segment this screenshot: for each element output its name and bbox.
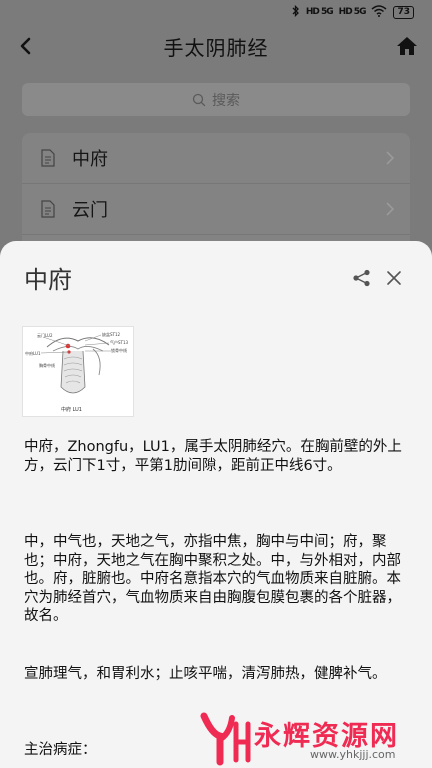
battery-indicator: 73 — [393, 5, 414, 19]
diagram-annotation: 缺盆ST12 — [102, 331, 121, 337]
list-item[interactable]: 中府 — [22, 133, 410, 184]
signal-2: HD 5G — [338, 7, 367, 17]
description-paragraph: 中府，Zhongfu，LU1，属手太阴肺经穴。在胸前壁的外上方，云门下1寸，平第… — [24, 439, 402, 474]
bluetooth-icon — [292, 4, 300, 20]
diagram-annotation: 锁骨中线 — [111, 347, 127, 353]
back-button[interactable] — [12, 32, 40, 60]
diagram-caption: 中府 LU1 — [61, 406, 82, 413]
document-icon — [41, 149, 55, 167]
signal-1: HD 5G — [305, 7, 334, 17]
diagram-annotation: 中府LU1 — [25, 350, 41, 356]
document-icon — [41, 200, 55, 218]
share-icon[interactable] — [352, 269, 372, 287]
watermark: 永辉资源网 www.yhkjjj.com — [198, 706, 432, 768]
search-icon — [192, 93, 206, 106]
chevron-right-icon — [386, 202, 395, 216]
diagram-annotation: 云门LU2 — [37, 332, 53, 338]
diagram-annotation: 气户ST13 — [110, 339, 129, 345]
back-arrow-icon — [20, 37, 31, 55]
diagram-annotation: 胸骨中线 — [39, 362, 55, 368]
detail-title: 中府 — [24, 266, 72, 294]
anatomy-illustration: 云门LU2 中府LU1 缺盆ST12 气户ST13 锁骨中线 胸骨中线 中府 L… — [25, 331, 129, 413]
page-title: 手太阴肺经 — [163, 35, 269, 60]
wifi-icon — [371, 4, 387, 20]
status-bar: HD 5G HD 5G 73 — [0, 0, 432, 24]
home-icon — [397, 37, 417, 55]
list-item-label: 中府 — [72, 149, 108, 170]
watermark-logo — [200, 712, 251, 766]
acupoint-diagram: 云门LU2 中府LU1 缺盆ST12 气户ST13 锁骨中线 胸骨中线 中府 L… — [22, 326, 134, 417]
search-placeholder: 搜索 — [212, 92, 240, 109]
search-input[interactable]: 搜索 — [22, 83, 410, 116]
acupoint-list: 中府 云门 — [22, 133, 410, 248]
list-item[interactable]: 云门 — [22, 184, 410, 235]
watermark-url: www.yhkjjj.com — [310, 748, 396, 761]
description-paragraph: 宣肺理气，和胃利水；止咳平喘，清泻肺热，健脾补气。 — [24, 666, 387, 682]
detail-sheet: 中府 云门LU2 中府LU1 缺盆ST12 气户ST13 锁骨中线 胸骨中线 中… — [0, 241, 432, 768]
description-paragraph: 中，中气也，天地之气，亦指中焦，胸中与中间；府，聚也；中府，天地之气在胸中聚积之… — [24, 534, 401, 624]
close-icon[interactable] — [385, 269, 403, 287]
home-button[interactable] — [394, 34, 420, 58]
chevron-right-icon — [386, 151, 395, 165]
list-item-label: 云门 — [72, 200, 108, 221]
app-bar: 手太阴肺经 — [0, 24, 432, 68]
